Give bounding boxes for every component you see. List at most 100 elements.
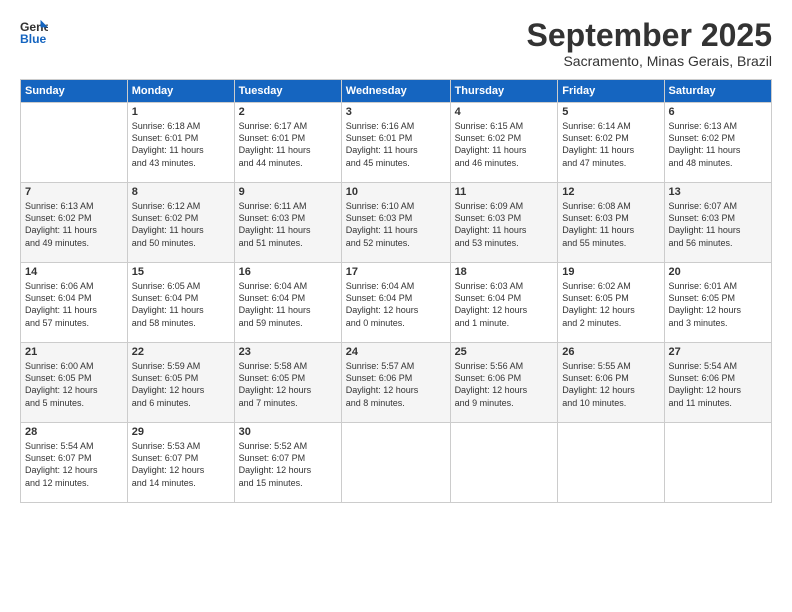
day-info: Sunrise: 6:03 AM Sunset: 6:04 PM Dayligh… <box>455 280 554 329</box>
day-cell: 8 Sunrise: 6:12 AM Sunset: 6:02 PM Daylig… <box>127 183 234 263</box>
day-number: 3 <box>346 106 446 118</box>
calendar-table: SundayMondayTuesdayWednesdayThursdayFrid… <box>20 79 772 503</box>
day-cell: 30Sunrise: 5:52 AM Sunset: 6:07 PM Dayli… <box>234 423 341 503</box>
day-number: 29 <box>132 426 230 438</box>
day-cell: 10 Sunrise: 6:10 AM Sunset: 6:03 PM Dayli… <box>341 183 450 263</box>
day-cell: 12 Sunrise: 6:08 AM Sunset: 6:03 PM Dayli… <box>558 183 664 263</box>
day-info: Sunrise: 6:01 AM Sunset: 6:05 PM Dayligh… <box>669 280 767 329</box>
day-info: Sunrise: 6:09 AM Sunset: 6:03 PM Dayligh… <box>455 200 554 249</box>
day-cell: 21 Sunrise: 6:00 AM Sunset: 6:05 PM Dayli… <box>21 343 128 423</box>
day-number: 22 <box>132 346 230 358</box>
day-info: Sunrise: 5:59 AM Sunset: 6:05 PM Dayligh… <box>132 360 230 409</box>
week-row-3: 14 Sunrise: 6:06 AM Sunset: 6:04 PM Dayli… <box>21 263 772 343</box>
logo-icon: General Blue <box>20 18 48 46</box>
col-header-monday: Monday <box>127 80 234 103</box>
day-info: Sunrise: 5:56 AM Sunset: 6:06 PM Dayligh… <box>455 360 554 409</box>
day-info: Sunrise: 6:00 AM Sunset: 6:05 PM Dayligh… <box>25 360 123 409</box>
day-number: 26 <box>562 346 659 358</box>
day-info: Sunrise: 6:15 AM Sunset: 6:02 PM Dayligh… <box>455 120 554 169</box>
day-info: Sunrise: 5:58 AM Sunset: 6:05 PM Dayligh… <box>239 360 337 409</box>
day-number: 19 <box>562 266 659 278</box>
day-cell <box>664 423 771 503</box>
day-cell: 14 Sunrise: 6:06 AM Sunset: 6:04 PM Dayli… <box>21 263 128 343</box>
week-row-2: 7 Sunrise: 6:13 AM Sunset: 6:02 PM Daylig… <box>21 183 772 263</box>
col-header-saturday: Saturday <box>664 80 771 103</box>
day-info: Sunrise: 6:16 AM Sunset: 6:01 PM Dayligh… <box>346 120 446 169</box>
day-cell: 29 Sunrise: 5:53 AM Sunset: 6:07 PM Dayli… <box>127 423 234 503</box>
col-header-wednesday: Wednesday <box>341 80 450 103</box>
week-row-5: 28 Sunrise: 5:54 AM Sunset: 6:07 PM Dayli… <box>21 423 772 503</box>
day-info: Sunrise: 6:12 AM Sunset: 6:02 PM Dayligh… <box>132 200 230 249</box>
day-info: Sunrise: 6:04 AM Sunset: 6:04 PM Dayligh… <box>239 280 337 329</box>
day-info: Sunrise: 5:55 AM Sunset: 6:06 PM Dayligh… <box>562 360 659 409</box>
day-info: Sunrise: 6:18 AM Sunset: 6:01 PM Dayligh… <box>132 120 230 169</box>
day-cell <box>558 423 664 503</box>
day-cell: 27 Sunrise: 5:54 AM Sunset: 6:06 PM Dayli… <box>664 343 771 423</box>
day-cell: 26 Sunrise: 5:55 AM Sunset: 6:06 PM Dayli… <box>558 343 664 423</box>
day-number: 4 <box>455 106 554 118</box>
day-cell: 11 Sunrise: 6:09 AM Sunset: 6:03 PM Dayli… <box>450 183 558 263</box>
day-info: Sunrise: 6:14 AM Sunset: 6:02 PM Dayligh… <box>562 120 659 169</box>
day-cell: 5 Sunrise: 6:14 AM Sunset: 6:02 PM Daylig… <box>558 103 664 183</box>
day-cell: 20Sunrise: 6:01 AM Sunset: 6:05 PM Dayli… <box>664 263 771 343</box>
day-number: 27 <box>669 346 767 358</box>
day-cell: 16Sunrise: 6:04 AM Sunset: 6:04 PM Dayli… <box>234 263 341 343</box>
day-number: 21 <box>25 346 123 358</box>
day-number: 13 <box>669 186 767 198</box>
col-header-sunday: Sunday <box>21 80 128 103</box>
day-number: 30 <box>239 426 337 438</box>
day-cell: 19 Sunrise: 6:02 AM Sunset: 6:05 PM Dayli… <box>558 263 664 343</box>
day-cell: 3 Sunrise: 6:16 AM Sunset: 6:01 PM Daylig… <box>341 103 450 183</box>
day-number: 8 <box>132 186 230 198</box>
location: Sacramento, Minas Gerais, Brazil <box>527 53 772 69</box>
day-number: 25 <box>455 346 554 358</box>
svg-text:Blue: Blue <box>20 32 47 46</box>
day-cell: 2Sunrise: 6:17 AM Sunset: 6:01 PM Daylig… <box>234 103 341 183</box>
header: General Blue September 2025 Sacramento, … <box>20 18 772 69</box>
col-header-tuesday: Tuesday <box>234 80 341 103</box>
day-cell <box>450 423 558 503</box>
day-info: Sunrise: 6:02 AM Sunset: 6:05 PM Dayligh… <box>562 280 659 329</box>
day-cell: 22 Sunrise: 5:59 AM Sunset: 6:05 PM Dayli… <box>127 343 234 423</box>
day-info: Sunrise: 5:54 AM Sunset: 6:06 PM Dayligh… <box>669 360 767 409</box>
day-number: 18 <box>455 266 554 278</box>
day-info: Sunrise: 6:10 AM Sunset: 6:03 PM Dayligh… <box>346 200 446 249</box>
day-cell: 9Sunrise: 6:11 AM Sunset: 6:03 PM Daylig… <box>234 183 341 263</box>
day-cell: 1 Sunrise: 6:18 AM Sunset: 6:01 PM Daylig… <box>127 103 234 183</box>
day-number: 2 <box>239 106 337 118</box>
day-number: 28 <box>25 426 123 438</box>
day-number: 5 <box>562 106 659 118</box>
week-row-4: 21 Sunrise: 6:00 AM Sunset: 6:05 PM Dayli… <box>21 343 772 423</box>
day-info: Sunrise: 6:07 AM Sunset: 6:03 PM Dayligh… <box>669 200 767 249</box>
day-info: Sunrise: 6:05 AM Sunset: 6:04 PM Dayligh… <box>132 280 230 329</box>
day-cell: 17Sunrise: 6:04 AM Sunset: 6:04 PM Dayli… <box>341 263 450 343</box>
day-cell: 18 Sunrise: 6:03 AM Sunset: 6:04 PM Dayli… <box>450 263 558 343</box>
day-cell: 24Sunrise: 5:57 AM Sunset: 6:06 PM Dayli… <box>341 343 450 423</box>
day-info: Sunrise: 5:53 AM Sunset: 6:07 PM Dayligh… <box>132 440 230 489</box>
day-cell: 6Sunrise: 6:13 AM Sunset: 6:02 PM Daylig… <box>664 103 771 183</box>
day-info: Sunrise: 6:06 AM Sunset: 6:04 PM Dayligh… <box>25 280 123 329</box>
day-cell <box>341 423 450 503</box>
day-info: Sunrise: 6:04 AM Sunset: 6:04 PM Dayligh… <box>346 280 446 329</box>
day-info: Sunrise: 6:08 AM Sunset: 6:03 PM Dayligh… <box>562 200 659 249</box>
day-number: 7 <box>25 186 123 198</box>
day-cell: 15 Sunrise: 6:05 AM Sunset: 6:04 PM Dayli… <box>127 263 234 343</box>
day-info: Sunrise: 5:54 AM Sunset: 6:07 PM Dayligh… <box>25 440 123 489</box>
day-number: 15 <box>132 266 230 278</box>
day-number: 11 <box>455 186 554 198</box>
day-number: 9 <box>239 186 337 198</box>
week-row-1: 1 Sunrise: 6:18 AM Sunset: 6:01 PM Daylig… <box>21 103 772 183</box>
day-number: 23 <box>239 346 337 358</box>
day-info: Sunrise: 6:13 AM Sunset: 6:02 PM Dayligh… <box>25 200 123 249</box>
day-number: 6 <box>669 106 767 118</box>
logo: General Blue <box>20 18 52 46</box>
title-block: September 2025 Sacramento, Minas Gerais,… <box>527 18 772 69</box>
day-number: 1 <box>132 106 230 118</box>
day-number: 12 <box>562 186 659 198</box>
day-cell: 4 Sunrise: 6:15 AM Sunset: 6:02 PM Daylig… <box>450 103 558 183</box>
day-cell <box>21 103 128 183</box>
day-number: 10 <box>346 186 446 198</box>
day-number: 14 <box>25 266 123 278</box>
day-number: 24 <box>346 346 446 358</box>
day-cell: 13 Sunrise: 6:07 AM Sunset: 6:03 PM Dayli… <box>664 183 771 263</box>
